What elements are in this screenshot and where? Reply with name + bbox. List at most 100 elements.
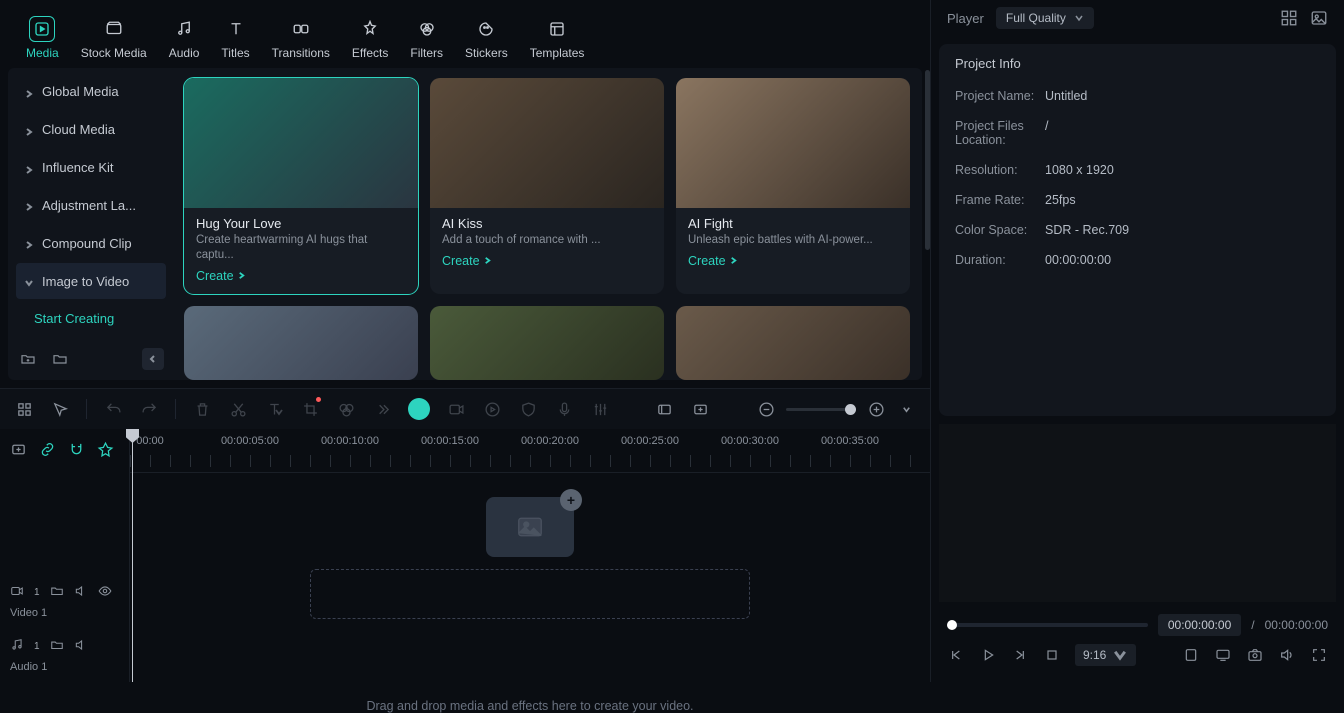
time-total: 00:00:00:00: [1265, 618, 1328, 632]
tab-filters[interactable]: Filters: [402, 12, 451, 64]
card-title: Hug Your Love: [196, 216, 406, 231]
tab-label: Stock Media: [81, 46, 147, 60]
delete-button[interactable]: [192, 399, 212, 419]
mute-icon[interactable]: [74, 584, 88, 601]
mark-in-icon[interactable]: [654, 399, 674, 419]
ruler-tick: 00:00:35:00: [821, 435, 879, 447]
stop-button[interactable]: [1043, 646, 1061, 664]
select-icon[interactable]: [50, 399, 70, 419]
text-button[interactable]: [264, 399, 284, 419]
card-peek[interactable]: [430, 306, 664, 380]
tab-label: Titles: [221, 46, 249, 60]
tab-stickers[interactable]: Stickers: [457, 12, 516, 64]
start-creating-link[interactable]: Start Creating: [16, 301, 166, 336]
time-current: 00:00:00:00: [1158, 614, 1241, 636]
proj-label: Project Name:: [955, 89, 1045, 103]
collapse-sidebar-icon[interactable]: [142, 348, 164, 370]
player-scrubber[interactable]: [947, 623, 1148, 627]
play-circle-icon[interactable]: [482, 399, 502, 419]
card-ai-kiss[interactable]: AI Kiss Add a touch of romance with ... …: [430, 78, 664, 294]
zoom-fit-button[interactable]: [896, 399, 916, 419]
proj-value: SDR - Rec.709: [1045, 223, 1129, 237]
color-button[interactable]: [336, 399, 356, 419]
sidebar-item-influence-kit[interactable]: Influence Kit: [16, 150, 166, 186]
folder-add-icon[interactable]: [18, 349, 38, 369]
plus-icon: +: [560, 489, 582, 511]
ai-face-icon[interactable]: [408, 398, 430, 420]
undo-button[interactable]: [103, 399, 123, 419]
redo-button[interactable]: [139, 399, 159, 419]
sidebar-label: Adjustment La...: [42, 198, 136, 213]
record-icon[interactable]: [446, 399, 466, 419]
tab-stock-media[interactable]: Stock Media: [73, 12, 155, 64]
drop-zone[interactable]: [310, 569, 750, 619]
timeline-ruler[interactable]: 00:00 00:00:05:00 00:00:10:00 00:00:15:0…: [130, 429, 930, 473]
card-create-link[interactable]: Create: [442, 254, 652, 268]
mixer-icon[interactable]: [590, 399, 610, 419]
sidebar-item-compound-clip[interactable]: Compound Clip: [16, 225, 166, 261]
mute-icon[interactable]: [74, 638, 88, 655]
card-create-link[interactable]: Create: [196, 269, 406, 283]
screen-icon[interactable]: [1214, 646, 1232, 664]
picture-icon[interactable]: [1310, 9, 1328, 27]
auto-icon[interactable]: [97, 441, 114, 461]
proj-label: Color Space:: [955, 223, 1045, 237]
zoom-out-button[interactable]: [756, 399, 776, 419]
card-thumbnail: [676, 78, 910, 208]
tab-media[interactable]: Media: [18, 12, 67, 64]
aspect-ratio-selector[interactable]: 9:16: [1075, 644, 1136, 666]
folder-icon[interactable]: [50, 349, 70, 369]
proj-value: /: [1045, 119, 1048, 147]
quality-selector[interactable]: Full Quality: [996, 7, 1094, 29]
folder-icon[interactable]: [50, 638, 64, 655]
visibility-icon[interactable]: [98, 584, 112, 601]
snapshot-icon[interactable]: [1246, 646, 1264, 664]
proj-label: Resolution:: [955, 163, 1045, 177]
timeline-area[interactable]: 00:00 00:00:05:00 00:00:10:00 00:00:15:0…: [130, 429, 930, 682]
zoom-slider[interactable]: [786, 408, 856, 411]
folder-icon[interactable]: [50, 584, 64, 601]
card-peek[interactable]: [676, 306, 910, 380]
tab-label: Media: [26, 46, 59, 60]
sidebar-item-global-media[interactable]: Global Media: [16, 74, 166, 110]
mark-out-icon[interactable]: [690, 399, 710, 419]
cut-button[interactable]: [228, 399, 248, 419]
link-icon[interactable]: [39, 441, 56, 461]
crop-button[interactable]: [300, 399, 320, 419]
tab-audio[interactable]: Audio: [161, 12, 208, 64]
volume-icon[interactable]: [1278, 646, 1296, 664]
tab-effects[interactable]: Effects: [344, 12, 396, 64]
next-frame-button[interactable]: [1011, 646, 1029, 664]
more-icon[interactable]: [372, 399, 392, 419]
tab-transitions[interactable]: Transitions: [264, 12, 338, 64]
play-button[interactable]: [979, 646, 997, 664]
sidebar-item-adjustment-layer[interactable]: Adjustment La...: [16, 187, 166, 223]
card-create-link[interactable]: Create: [688, 254, 898, 268]
tab-titles[interactable]: Titles: [213, 12, 257, 64]
proj-value: 00:00:00:00: [1045, 253, 1111, 267]
fullscreen-icon[interactable]: [1310, 646, 1328, 664]
marker-icon[interactable]: [1182, 646, 1200, 664]
zoom-in-button[interactable]: [866, 399, 886, 419]
magnet-icon[interactable]: [68, 441, 85, 461]
tab-templates[interactable]: Templates: [522, 12, 593, 64]
media-sidebar: Global Media Cloud Media Influence Kit A…: [8, 68, 172, 380]
tab-label: Templates: [530, 46, 585, 60]
scrollbar[interactable]: [925, 70, 930, 250]
card-peek[interactable]: [184, 306, 418, 380]
template-cards: Hug Your Love Create heartwarming AI hug…: [172, 68, 922, 380]
tab-label: Stickers: [465, 46, 508, 60]
sidebar-label: Image to Video: [42, 274, 129, 289]
card-hug-your-love[interactable]: Hug Your Love Create heartwarming AI hug…: [184, 78, 418, 294]
mic-icon[interactable]: [554, 399, 574, 419]
prev-frame-button[interactable]: [947, 646, 965, 664]
add-track-icon[interactable]: [10, 441, 27, 461]
card-ai-fight[interactable]: AI Fight Unleash epic battles with AI-po…: [676, 78, 910, 294]
apps-icon[interactable]: [14, 399, 34, 419]
shield-icon[interactable]: [518, 399, 538, 419]
grid-view-icon[interactable]: [1280, 9, 1298, 27]
sidebar-item-image-to-video[interactable]: Image to Video: [16, 263, 166, 299]
track-headers: 1 Video 1 1 Audio 1: [0, 429, 130, 682]
sidebar-item-cloud-media[interactable]: Cloud Media: [16, 112, 166, 148]
card-title: AI Kiss: [442, 216, 652, 231]
